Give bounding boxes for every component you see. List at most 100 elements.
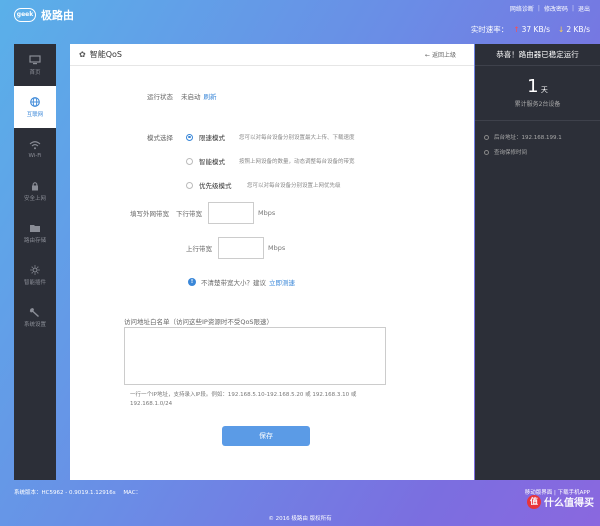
back-label: 返回上级 <box>431 52 456 59</box>
mode-label: 模式选择 <box>147 134 173 142</box>
realtime-speed: 实时速率： ↑ 37 KB/s ↓ 2 KB/s <box>471 24 590 35</box>
sidebar-item-security[interactable]: 安全上网 <box>14 170 56 212</box>
speed-test-row: ! 不清楚带宽大小？建议 立即测速 <box>188 277 295 287</box>
shield-icon <box>484 149 489 155</box>
admin-address: 后台地址：192.168.199.1 <box>484 133 600 141</box>
mac-address: MAC： <box>123 490 142 496</box>
sidebar-item-label: 互联网 <box>26 111 44 118</box>
radio-priority[interactable] <box>186 181 193 189</box>
download-arrow-icon: ↓ <box>558 25 565 34</box>
sidebar-item-label: 安全上网 <box>23 195 46 202</box>
sidebar-item-label: 路由存储 <box>23 237 46 244</box>
upload-speed: 37 KB/s <box>521 25 551 34</box>
watermark-badge: 值 <box>527 494 541 509</box>
page-title: 智能QoS <box>89 50 122 59</box>
mode-name: 智能模式 <box>199 158 225 166</box>
info-icon: ! <box>188 278 196 286</box>
whitelist-label: 访问地址白名单（访问这些IP资源时不受QoS限速） <box>124 318 274 326</box>
top-bar: geek 极路由 网络诊断 | 修改密码 | 退出 实时速率： ↑ 37 KB/… <box>0 0 600 44</box>
refresh-link[interactable]: 刷新 <box>204 91 217 101</box>
folder-icon <box>29 223 41 233</box>
save-button[interactable]: 保存 <box>222 426 310 446</box>
uplink-input[interactable] <box>218 237 264 259</box>
uptime-unit: 天 <box>540 86 548 94</box>
uptime-days: 1 天 <box>475 76 600 97</box>
uptime-number: 1 <box>527 76 539 97</box>
sidebar-item-label: Wi-Fi <box>28 152 42 159</box>
change-password-link[interactable]: 修改密码 <box>544 4 568 13</box>
whitelist-textarea[interactable] <box>124 327 386 385</box>
footer-info: 系统版本：HC5962 - 0.9019.1.12916s MAC： 移动版界面… <box>14 488 590 496</box>
lock-icon <box>29 181 41 191</box>
main-panel: ✿ 智能QoS ← 返回上级 运行状态 未启动 刷新 模式选择 限速模式 您可以… <box>70 44 474 480</box>
whitelist-label-row: 访问地址白名单（访问这些IP资源时不受QoS限速） <box>124 316 273 326</box>
admin-address-text: 后台地址：192.168.199.1 <box>494 135 562 141</box>
mode-label-row: 模式选择 <box>147 132 173 142</box>
sidebar-item-internet[interactable]: 互联网 <box>14 86 56 128</box>
warranty-text: 查询保修时间 <box>494 150 528 156</box>
upload-arrow-icon: ↑ <box>513 25 520 34</box>
sidebar-item-plugins[interactable]: 智能插件 <box>14 254 56 296</box>
top-links: 网络诊断 | 修改密码 | 退出 <box>510 4 590 13</box>
mode-desc: 您可以对每台设备分别设置最大上传、下载速度 <box>239 135 355 141</box>
logout-link[interactable]: 退出 <box>578 4 590 13</box>
copyright: © 2016 极路由 版权所有 <box>268 516 332 522</box>
firmware-version: 系统版本：HC5962 - 0.9019.1.12916s <box>14 490 116 496</box>
whitelist-hint: 一行一个IP地址，支持录入IP段。例如：192.168.5.10-192.168… <box>130 392 357 407</box>
sidebar-item-label: 首页 <box>29 69 41 76</box>
location-icon <box>484 134 489 140</box>
mode-name: 优先级模式 <box>199 182 232 190</box>
brand-logo[interactable]: geek 极路由 <box>14 7 74 23</box>
gear-icon: ✿ <box>79 50 86 59</box>
watermark-text: 什么值得买 <box>544 498 594 509</box>
sidebar-item-storage[interactable]: 路由存储 <box>14 212 56 254</box>
divider <box>475 120 600 121</box>
sidebar: 首页 互联网 Wi-Fi 安全上网 路由存储 智能插件 系统设置 <box>14 44 56 480</box>
arrow-left-icon: ← <box>425 52 431 59</box>
unsure-text: 不清楚带宽大小？建议 <box>201 279 266 287</box>
watermark: 值 什么值得买 <box>527 494 594 509</box>
speed-label: 实时速率： <box>470 25 509 34</box>
wifi-icon <box>29 140 41 150</box>
monitor-icon <box>29 54 41 65</box>
radio-limit[interactable] <box>186 133 193 141</box>
downlink-row: 填写外网带宽 下行带宽 Mbps <box>130 202 275 224</box>
status-row: 运行状态 未启动 刷新 <box>147 91 217 101</box>
uptime-headline: 恭喜！路由器已稳定运行 <box>475 44 600 66</box>
download-speed: 2 KB/s <box>566 25 590 34</box>
warranty-link[interactable]: 查询保修时间 <box>484 148 600 156</box>
brand-name: 极路由 <box>41 9 74 22</box>
mode-option-limit[interactable]: 限速模式 您可以对每台设备分别设置最大上传、下载速度 <box>186 132 355 142</box>
mode-option-priority[interactable]: 优先级模式 您可以对每台设备分别设置上网优先级 <box>186 180 341 190</box>
status-panel: 恭喜！路由器已稳定运行 1 天 累计服务2台设备 后台地址：192.168.19… <box>475 44 600 480</box>
panel-header: ✿ 智能QoS ← 返回上级 <box>70 44 474 66</box>
sidebar-item-settings[interactable]: 系统设置 <box>14 296 56 338</box>
logo-badge: geek <box>14 8 36 22</box>
sidebar-item-wifi[interactable]: Wi-Fi <box>14 128 56 170</box>
mode-desc: 您可以对每台设备分别设置上网优先级 <box>247 183 341 189</box>
sidebar-item-label: 系统设置 <box>23 321 46 328</box>
downlink-label: 下行带宽 <box>176 210 202 218</box>
status-label: 运行状态 <box>147 93 173 101</box>
back-button[interactable]: ← 返回上级 <box>425 50 456 59</box>
uplink-row: 上行带宽 Mbps <box>186 237 285 259</box>
wrench-icon <box>29 307 41 317</box>
sun-icon <box>29 264 41 275</box>
divider: | <box>571 5 574 12</box>
speed-test-link[interactable]: 立即测速 <box>269 277 295 287</box>
sidebar-item-home[interactable]: 首页 <box>14 44 56 86</box>
mode-desc: 按照上网设备的数量，动态调整每台设备的带宽 <box>239 159 355 165</box>
divider: | <box>537 5 540 12</box>
uplink-label: 上行带宽 <box>186 245 212 253</box>
bandwidth-label: 填写外网带宽 <box>130 210 169 218</box>
devices-served: 累计服务2台设备 <box>514 101 561 108</box>
status-value: 未启动 <box>181 93 201 101</box>
mode-name: 限速模式 <box>199 134 225 142</box>
globe-icon <box>29 96 41 107</box>
sidebar-item-label: 智能插件 <box>23 279 46 286</box>
network-diagnose-link[interactable]: 网络诊断 <box>510 4 534 13</box>
mode-option-smart[interactable]: 智能模式 按照上网设备的数量，动态调整每台设备的带宽 <box>186 156 355 166</box>
radio-smart[interactable] <box>186 157 193 165</box>
unit-label: Mbps <box>268 244 286 252</box>
downlink-input[interactable] <box>208 202 254 224</box>
